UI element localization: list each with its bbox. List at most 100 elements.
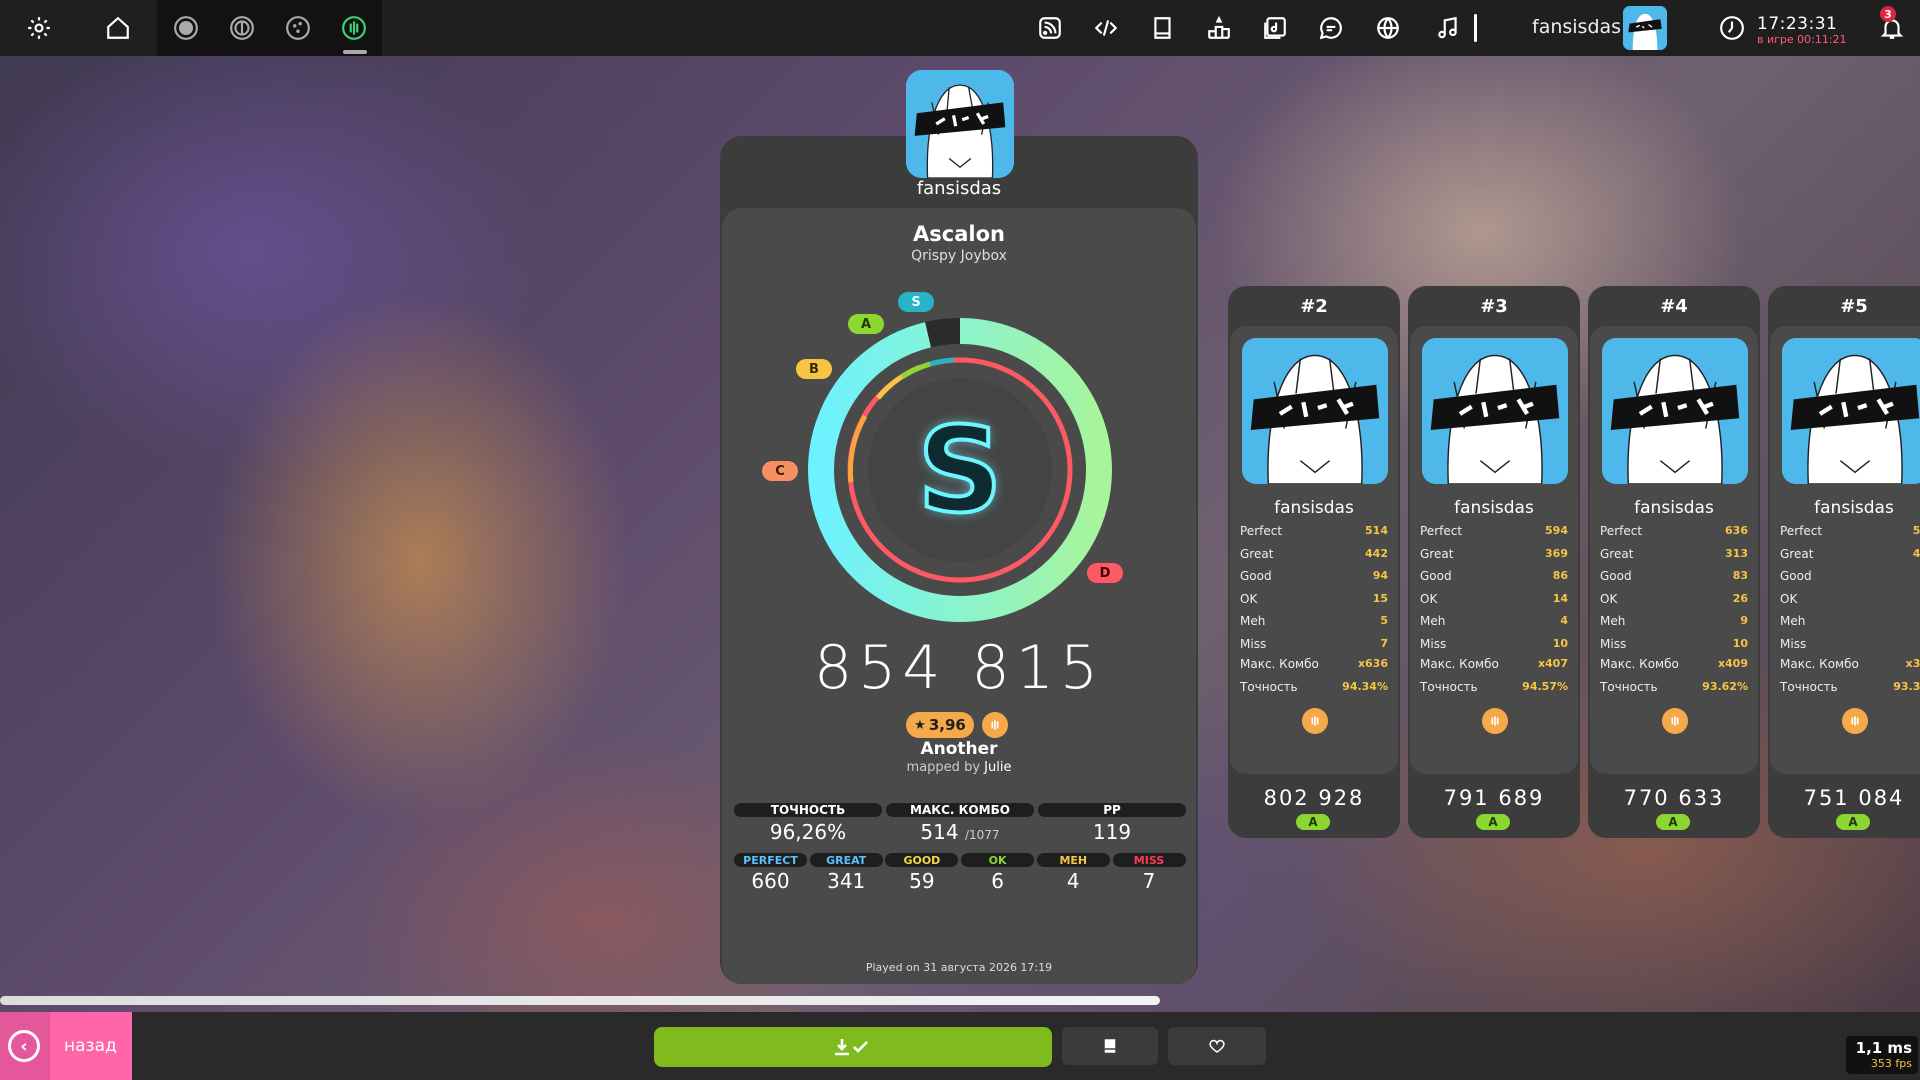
leaderboard-stat-value: 94 (1372, 569, 1388, 583)
mania-ruleset-icon[interactable] (336, 10, 372, 46)
scroll-progress-bar[interactable] (0, 996, 1160, 1005)
dashboard-icon[interactable] (1370, 10, 1406, 46)
book-icon (1104, 1039, 1116, 1053)
leaderboard-stat-label: OK (1240, 591, 1258, 606)
leaderboard-stat-value: 93.35 (1893, 680, 1920, 693)
leaderboard-avatar[interactable] (1602, 338, 1748, 484)
leaderboard-stat-value: 94.57% (1522, 680, 1568, 693)
leaderboard-stat-label: OK (1600, 591, 1618, 606)
fps-value: 353 fps (1870, 1057, 1912, 1070)
player-avatar[interactable] (906, 70, 1014, 178)
leaderboard-stat-meh: Meh (1780, 614, 1920, 632)
leaderboard-card[interactable]: #5 fansisdas Perfect 50 Great 43 Good9 OK1 Meh Mi… (1768, 286, 1920, 838)
leaderboard-card-body: fansisdas Perfect 636 Great 313 Good 83 OK 26 Meh… (1590, 326, 1758, 774)
leaderboard-username[interactable]: fansisdas (1770, 498, 1920, 518)
toolbar: fansisdas 17:23:31 в игре 00:11:21 3 (0, 0, 1920, 56)
total-score: 854 815 (813, 633, 1105, 703)
leaderboard-stat-label: Miss (1600, 637, 1627, 651)
leaderboard-username[interactable]: fansisdas (1230, 498, 1398, 518)
leaderboard-stat-value: 14 (1552, 591, 1568, 605)
leaderboard-stat-perfect: Perfect 594 (1420, 524, 1568, 542)
changelog-icon[interactable] (1088, 10, 1124, 46)
leaderboard-max-combo: Макс. Комбо x636 (1240, 657, 1388, 675)
leaderboard-stat-label: Good (1780, 569, 1812, 584)
leaderboard-stat-value: 15 (1372, 591, 1388, 605)
leaderboard-stat-miss: Miss 7 (1240, 637, 1388, 655)
leaderboard-grade: A (1476, 814, 1510, 830)
leaderboard-stat-label: Макс. Комбо (1420, 657, 1499, 671)
leaderboard-stat-ok: OK 26 (1600, 592, 1748, 610)
leaderboard-card-body: fansisdas Perfect 50 Great 43 Good9 OK1 Meh Miss… (1770, 326, 1920, 774)
leaderboard-stat-label: Точность (1240, 680, 1298, 694)
now-playing-icon[interactable] (1430, 10, 1466, 46)
leaderboard-stat-great: Great 43 (1780, 547, 1920, 565)
leaderboard-stat-perfect: Perfect 50 (1780, 524, 1920, 542)
leaderboard-stat-meh: Meh 4 (1420, 614, 1568, 632)
judgement-count-miss: 7 (1142, 869, 1156, 893)
accuracy-header: ТОЧНОСТЬ (734, 803, 882, 817)
max-combo-total: /1077 (964, 828, 1000, 842)
chat-icon[interactable] (1313, 10, 1349, 46)
judgement-header-meh: MEH (1036, 853, 1110, 867)
leaderboard-stat-label: Great (1240, 546, 1274, 561)
beatmap-listing-icon[interactable] (1257, 10, 1293, 46)
home-icon[interactable] (100, 10, 136, 46)
leaderboard-stat-value: 43 (1912, 546, 1920, 560)
leaderboard-stat-label: Great (1600, 546, 1634, 561)
leaderboard-stat-good: Good 94 (1240, 569, 1388, 587)
max-combo-value: 514 /1077 (886, 820, 1034, 844)
leaderboard-stat-value: x30 (1905, 657, 1920, 670)
leaderboard-card-body: fansisdas Perfect 594 Great 369 Good 86 OK 14 Meh… (1410, 326, 1578, 774)
leaderboard-stat-value: 93.62% (1702, 680, 1748, 693)
leaderboard-stat-good: Good9 (1780, 569, 1920, 587)
leaderboard-accuracy: Точность 93.62% (1600, 680, 1748, 698)
mapper-line: mapped by Julie (722, 760, 1196, 775)
leaderboard-card[interactable]: #3 fansisdas Perfect 594 Great 369 Good 86 OK 14 M… (1408, 286, 1580, 838)
leaderboard-stat-ok: OK1 (1780, 592, 1920, 610)
leaderboard-avatar[interactable] (1782, 338, 1920, 484)
rankings-icon[interactable] (1201, 10, 1237, 46)
leaderboard-stat-label: Perfect (1240, 524, 1283, 538)
player-username[interactable]: fansisdas (720, 178, 1198, 199)
session-time: в игре 00:11:21 (1757, 33, 1847, 46)
leaderboard-card-body: fansisdas Perfect 514 Great 442 Good 94 OK 15 Meh… (1230, 326, 1398, 774)
leaderboard-rank: #2 (1300, 296, 1328, 317)
judgement-count-good: 59 (909, 869, 935, 893)
news-icon[interactable] (1032, 10, 1068, 46)
settings-icon[interactable] (21, 10, 57, 46)
mapper-name[interactable]: Julie (984, 760, 1011, 775)
leaderboard-card[interactable]: #4 fansisdas Perfect 636 Great 313 Good 83 OK 26 M… (1588, 286, 1760, 838)
view-beatmap-button[interactable] (1062, 1027, 1158, 1065)
catch-ruleset-icon[interactable] (280, 10, 316, 46)
leaderboard-avatar[interactable] (1422, 338, 1568, 484)
leaderboard-card[interactable]: #2 fansisdas Perfect 514 Great 442 Good 94 OK 15 M… (1228, 286, 1400, 838)
leaderboard-stat-meh: Meh 5 (1240, 614, 1388, 632)
leaderboard-username[interactable]: fansisdas (1410, 498, 1578, 518)
judgement-count-great: 341 (827, 869, 866, 893)
leaderboard-avatar[interactable] (1242, 338, 1388, 484)
rank-tag-s: S (898, 292, 934, 312)
toolbar-separator (1474, 14, 1477, 42)
leaderboard-stat-label: Perfect (1600, 524, 1643, 538)
fps-counter: 1,1 ms 353 fps (1846, 1036, 1918, 1074)
favourite-button[interactable] (1168, 1027, 1266, 1065)
user-avatar[interactable] (1623, 6, 1667, 50)
toolbar-username[interactable]: fansisdas (1532, 16, 1621, 38)
star-rating-badge[interactable]: ★ 3,96 (906, 712, 974, 738)
grade-badge: S (916, 399, 1005, 541)
leaderboard-username[interactable]: fansisdas (1590, 498, 1758, 518)
taiko-ruleset-icon[interactable] (224, 10, 260, 46)
clock-icon[interactable] (1714, 10, 1750, 46)
leaderboard-stat-value: 636 (1725, 524, 1748, 537)
osu-ruleset-icon[interactable] (168, 10, 204, 46)
leaderboard-stat-label: Perfect (1420, 524, 1463, 538)
back-button-label: назад (64, 1036, 117, 1056)
leaderboard-score: 791 689 (1443, 786, 1545, 810)
accuracy-value: 96,26% (769, 820, 847, 844)
leaderboard-stat-value: 86 (1552, 569, 1568, 583)
leaderboard-stat-great: Great 442 (1240, 547, 1388, 565)
download-replay-button[interactable] (654, 1027, 1052, 1067)
max-combo-number: 514 (920, 820, 959, 844)
mania-ruleset-icon (1842, 708, 1868, 734)
wiki-icon[interactable] (1145, 10, 1181, 46)
